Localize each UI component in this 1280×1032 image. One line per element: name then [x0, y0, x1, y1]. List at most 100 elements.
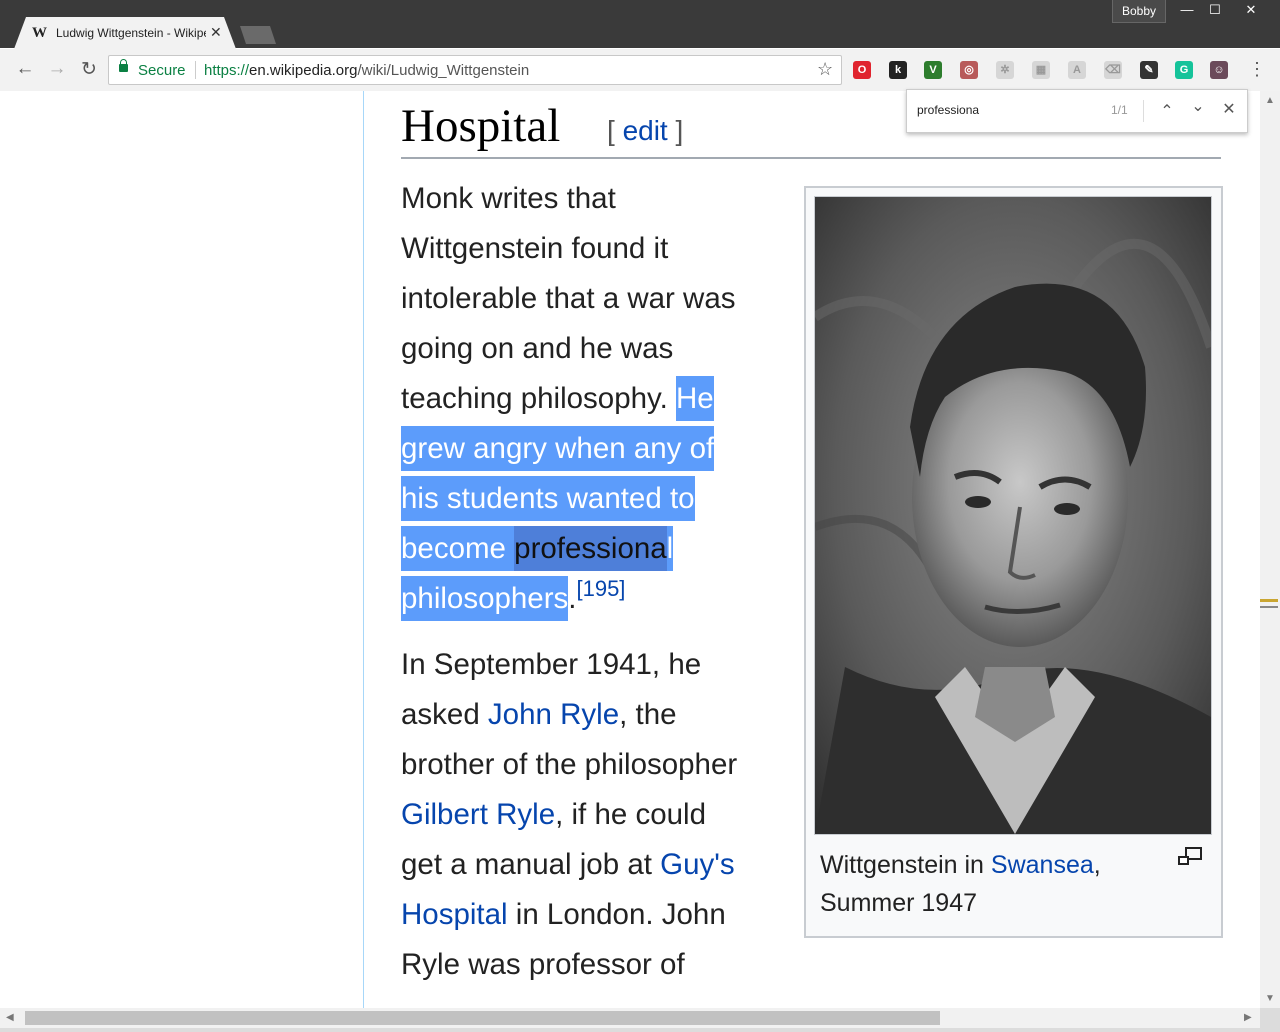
omnibox-separator	[195, 61, 196, 79]
wittgenstein-photo[interactable]	[814, 196, 1212, 835]
url-text[interactable]: https://en.wikipedia.org/wiki/Ludwig_Wit…	[204, 62, 529, 79]
reload-button[interactable]: ↻	[78, 58, 100, 81]
edit-bracket-close: ]	[667, 115, 684, 146]
text: teaching philosophy.	[401, 382, 676, 415]
gilbert-ryle-link[interactable]: Gilbert Ryle	[401, 798, 555, 831]
scroll-position-marker	[1260, 606, 1278, 608]
forward-button[interactable]: →	[46, 58, 68, 80]
text: in London. John	[507, 898, 726, 931]
chrome-menu-icon[interactable]: ⋮	[1248, 59, 1266, 80]
p1-line-8: become professional	[401, 524, 674, 574]
bookmark-star-icon[interactable]: ☆	[817, 59, 833, 80]
grammarly-icon[interactable]: G	[1175, 61, 1193, 79]
gear-extension-icon[interactable]: ✲	[996, 61, 1014, 79]
edit-bracket-open: [	[607, 115, 623, 146]
p2-line-7: Ryle was professor of	[401, 948, 685, 981]
selected-text: grew angry when any of	[401, 426, 715, 471]
text: , the	[619, 698, 677, 731]
scrollbar-corner	[1260, 1008, 1280, 1032]
grid-extension-icon[interactable]: ▦	[1032, 61, 1050, 79]
eraser-extension-icon[interactable]: ⌫	[1104, 61, 1122, 79]
find-separator	[1143, 100, 1144, 122]
address-bar[interactable]: Secure https://en.wikipedia.org/wiki/Lud…	[108, 55, 842, 85]
find-close-button[interactable]: ✕	[1219, 99, 1239, 119]
content-border	[363, 91, 364, 1008]
find-input[interactable]: professiona	[917, 103, 979, 117]
url-scheme: https://	[204, 62, 250, 79]
p1-line-2: Wittgenstein found it	[401, 232, 669, 265]
secure-label: Secure	[138, 62, 186, 79]
puzzle-extension-icon[interactable]: ✎	[1140, 61, 1158, 79]
p1-line-5: teaching philosophy. He	[401, 374, 714, 424]
text: asked	[401, 698, 488, 731]
k-extension-icon[interactable]: k	[889, 61, 907, 79]
selected-text: his students wanted to	[401, 476, 695, 521]
url-path: /wiki/Ludwig_Wittgenstein	[357, 62, 530, 79]
v-extension-icon[interactable]: V	[924, 61, 942, 79]
edit-link[interactable]: edit	[623, 115, 668, 146]
selected-text: He	[675, 376, 714, 421]
horizontal-scrollbar[interactable]: ◀ ▶	[0, 1008, 1260, 1028]
minimize-button[interactable]: —	[1172, 0, 1202, 20]
p1-line-6: grew angry when any of	[401, 424, 715, 474]
heading-divider	[401, 157, 1221, 159]
p2-line-3: brother of the philosopher	[401, 748, 738, 781]
john-ryle-link[interactable]: John Ryle	[488, 698, 619, 731]
find-match-highlight: professiona	[514, 526, 667, 571]
selected-text: philosophers	[401, 576, 569, 621]
text: get a manual job at	[401, 848, 661, 881]
scroll-down-icon[interactable]: ▼	[1265, 993, 1275, 1004]
p1-line-9: philosophers.[195]	[401, 574, 625, 626]
browser-toolbar: ← → ↻ Secure https://en.wikipedia.org/wi…	[0, 49, 1280, 92]
url-host: en.wikipedia.org	[249, 62, 358, 79]
image-caption: Wittgenstein in Swansea, Summer 1947	[820, 846, 1101, 922]
enlarge-icon[interactable]	[1176, 846, 1206, 870]
p2-line-6: Hospital in London. John	[401, 890, 726, 940]
tab-wikipedia[interactable]: W Ludwig Wittgenstein - Wikipedia ✕	[14, 17, 236, 49]
tab-close-icon[interactable]: ✕	[210, 24, 222, 41]
title-bar: Bobby — ☐ ✕ W Ludwig Wittgenstein - Wiki…	[0, 0, 1280, 49]
selected-text: l	[666, 526, 674, 571]
wikipedia-favicon-icon: W	[32, 25, 47, 41]
scroll-up-icon[interactable]: ▲	[1265, 95, 1275, 106]
scroll-right-icon[interactable]: ▶	[1244, 1012, 1252, 1023]
opera-icon[interactable]: O	[853, 61, 871, 79]
profile-button[interactable]: Bobby	[1112, 0, 1166, 23]
text: , if he could	[555, 798, 706, 831]
page-content: Hospital [ edit ] Monk writes that Wittg…	[0, 91, 1260, 1008]
avatar-extension-icon[interactable]: ☺	[1210, 61, 1228, 79]
guys-hospital-link[interactable]: Hospital	[401, 898, 508, 931]
caption-text: Summer 1947	[820, 889, 978, 917]
selected-text: become	[401, 526, 515, 571]
image-thumbnail: Wittgenstein in Swansea, Summer 1947	[804, 186, 1223, 938]
find-result-marker	[1260, 599, 1278, 602]
new-tab-button[interactable]	[240, 26, 276, 44]
find-count: 1/1	[1111, 103, 1128, 117]
section-heading: Hospital	[401, 100, 561, 152]
horizontal-scroll-thumb[interactable]	[25, 1011, 940, 1025]
edit-section-link[interactable]: [ edit ]	[607, 115, 683, 147]
scroll-left-icon[interactable]: ◀	[6, 1012, 14, 1023]
vertical-scrollbar[interactable]: ▲ ▼	[1260, 91, 1280, 1008]
maximize-button[interactable]: ☐	[1200, 0, 1230, 20]
close-window-button[interactable]: ✕	[1236, 0, 1266, 20]
p1-line-7: his students wanted to	[401, 474, 695, 524]
glasses-extension-icon[interactable]: ◎	[960, 61, 978, 79]
p2-line-5: get a manual job at Guy's	[401, 840, 735, 890]
p1-line-1: Monk writes that	[401, 182, 616, 215]
citation-link[interactable]: [195]	[576, 576, 625, 601]
tab-title: Ludwig Wittgenstein - Wikipedia	[56, 26, 206, 40]
angular-extension-icon[interactable]: A	[1068, 61, 1086, 79]
back-button[interactable]: ←	[14, 58, 36, 80]
guys-hospital-link[interactable]: Guy's	[660, 848, 735, 881]
find-previous-button[interactable]: ⌃	[1157, 101, 1177, 121]
find-next-button[interactable]: ⌄	[1188, 96, 1208, 116]
p2-line-2: asked John Ryle, the	[401, 690, 677, 740]
swansea-link[interactable]: Swansea	[991, 851, 1094, 879]
p2-line-1: In September 1941, he	[401, 648, 702, 681]
caption-text: Wittgenstein in	[820, 851, 991, 879]
p1-line-3: intolerable that a war was	[401, 282, 736, 315]
window-bottom-edge	[0, 1028, 1260, 1032]
caption-text: ,	[1093, 851, 1101, 879]
p2-line-4: Gilbert Ryle, if he could	[401, 790, 706, 840]
